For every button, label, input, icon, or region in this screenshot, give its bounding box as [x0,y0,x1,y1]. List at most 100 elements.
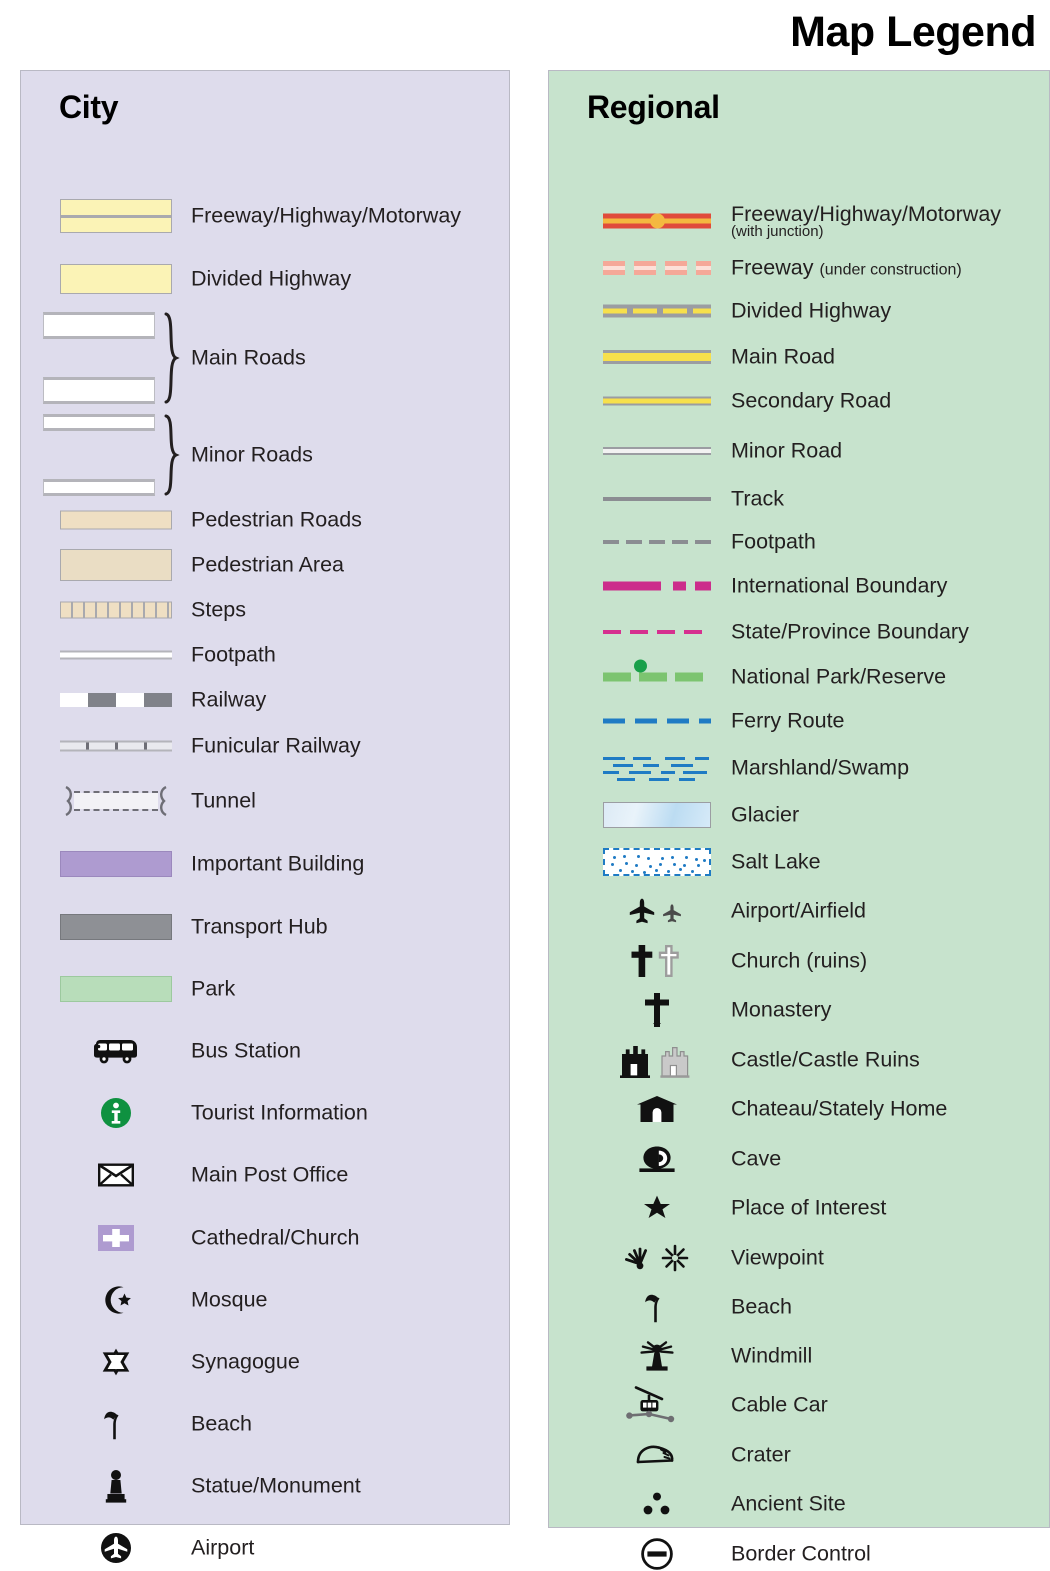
windmill-icon [634,1339,680,1373]
regional-legend-row: Border Control [549,1537,1049,1571]
regional-legend-row: Church (ruins) [549,944,1049,978]
regional-national-park-line [603,659,711,682]
regional-legend-sublabel: (under construction) [819,261,962,279]
regional-legend-label-wrap: Windmill [731,1344,812,1369]
city-legend-label-wrap: Important Building [191,852,364,877]
airplane-circle-icon [100,1532,132,1564]
city-legend-label: Steps [191,597,246,622]
regional-legend-symbol [601,1537,713,1571]
city-transport-hub-swatch [59,914,172,940]
regional-glacier-swatch [603,802,711,828]
regional-legend-row: Main Road [549,343,1049,371]
city-legend-row: Important Building [21,850,509,878]
bus-icon [93,1038,139,1064]
regional-legend-symbol [601,1290,713,1324]
city-legend-label: Railway [191,687,267,712]
regional-legend-symbol [601,1339,713,1373]
border-control-icon [640,1537,674,1571]
city-legend-label-wrap: Mosque [191,1288,268,1313]
city-legend-symbol [43,1347,188,1377]
city-legend-label-wrap: Tunnel [191,789,256,814]
regional-legend-label-wrap: International Boundary [731,574,947,599]
city-legend-symbol [43,264,188,294]
city-legend-label: Divided Highway [191,266,352,291]
star-icon [642,1193,672,1223]
regional-legend-row: Freeway/Highway/Motorway (with junction) [549,202,1049,240]
city-legend-label: Pedestrian Roads [191,507,362,532]
regional-legend-symbol [601,213,713,229]
regional-legend-label: Main Road [731,344,835,369]
castle-pair-icon [619,1041,695,1079]
regional-legend-row: Airport/Airfield [549,897,1049,925]
regional-legend-label: Windmill [731,1343,813,1368]
city-legend-symbol [43,510,188,530]
regional-legend-symbol [601,447,713,455]
city-legend-row: Freeway/Highway/Motorway [21,199,509,233]
city-legend-symbol [43,786,188,816]
regional-legend-symbol [601,1095,713,1123]
regional-legend-label-wrap: Glacier [731,803,799,828]
city-legend-row: Main Post Office [21,1161,509,1189]
orthodox-cross-icon [643,992,671,1028]
regional-legend-label: Minor Road [731,438,843,463]
city-legend-row: Airport [21,1532,509,1564]
regional-track-line [603,497,711,501]
city-legend-row: Footpath [21,641,509,669]
city-main-roads-braced-swatch [43,312,188,404]
envelope-icon [97,1163,135,1188]
regional-legend-label-wrap: State/Province Boundary [731,620,969,645]
regional-legend-label-wrap: Viewpoint [731,1246,824,1271]
regional-legend-symbol [601,396,713,406]
regional-legend-label: Cable Car [731,1392,828,1417]
regional-legend-symbol [601,992,713,1028]
city-legend-row: Minor Roads [21,414,509,496]
city-legend-symbol [43,976,188,1002]
regional-legend-label-wrap: Divided Highway [731,299,891,324]
city-park-swatch [59,976,172,1002]
cross-pair-icon [629,944,685,978]
regional-legend-label-wrap: Castle/Castle Ruins [731,1048,920,1073]
regional-legend-label: Ferry Route [731,708,845,733]
regional-legend-row: Cave [549,1145,1049,1173]
city-legend-row: Mosque [21,1286,509,1314]
city-legend-symbol [43,549,188,581]
city-legend-label-wrap: Tourist Information [191,1101,368,1126]
city-legend-row: Statue/Monument [21,1470,509,1503]
city-legend-row: Cathedral/Church [21,1224,509,1252]
city-legend-label: Important Building [191,851,365,876]
city-railway-swatch [59,693,172,707]
city-legend-label: Bus Station [191,1038,301,1063]
information-icon [100,1097,132,1129]
regional-legend-label: Track [731,486,784,511]
regional-main-road-line [603,350,711,364]
regional-legend-symbol [601,944,713,978]
city-legend-label: Transport Hub [191,914,328,939]
regional-legend-row: Windmill [549,1339,1049,1373]
regional-legend-label-wrap: Ferry Route [731,709,845,734]
regional-legend-label: Castle/Castle Ruins [731,1047,920,1072]
city-pedestrian-road-swatch [59,510,172,530]
city-legend-symbol [43,650,188,660]
city-legend-label: Main Post Office [191,1162,349,1187]
city-legend-symbol [43,414,188,496]
regional-legend-label: Salt Lake [731,849,821,874]
city-legend-symbol [43,1097,188,1129]
city-legend-label-wrap: Steps [191,598,246,623]
city-funicular-railway-swatch [59,740,172,752]
regional-legend-label-wrap: Track [731,487,784,512]
regional-legend-symbol [601,1144,713,1174]
regional-legend-row: State/Province Boundary [549,618,1049,646]
city-legend-label: Statue/Monument [191,1473,361,1498]
junction-dot [649,213,665,229]
city-legend-symbol [43,199,188,233]
regional-legend-symbol [601,261,713,275]
city-legend-row: Main Roads [21,312,509,404]
city-legend-label-wrap: Pedestrian Roads [191,508,362,533]
regional-legend-label-wrap: Ancient Site [731,1492,846,1517]
regional-legend-label-wrap: Cable Car [731,1393,828,1418]
regional-footpath-line [603,540,711,544]
regional-legend-symbol [601,350,713,364]
regional-international-boundary-line [603,581,711,591]
regional-legend-label-wrap: Place of Interest [731,1196,886,1221]
regional-legend-row: International Boundary [549,572,1049,600]
